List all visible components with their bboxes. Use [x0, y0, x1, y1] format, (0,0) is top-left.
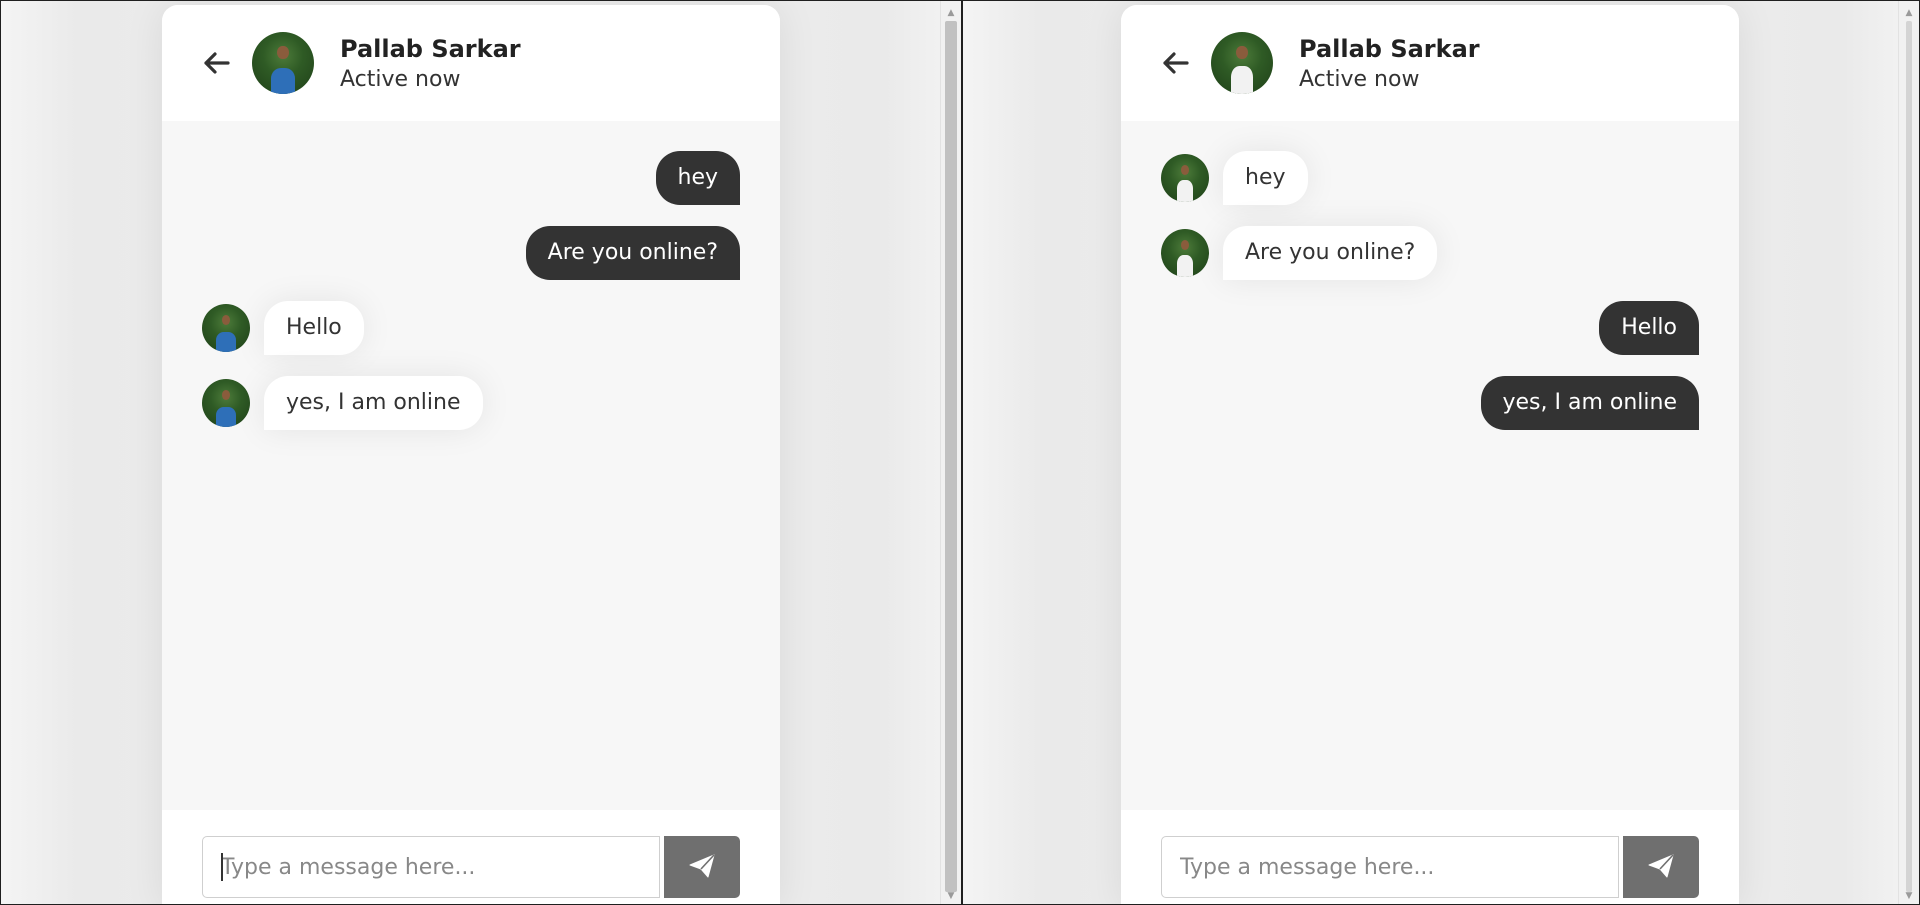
scrollbar-thumb[interactable]: [945, 21, 957, 892]
sender-avatar: [202, 304, 250, 352]
chat-panel: Pallab Sarkar Active now hey Are you onl…: [1121, 5, 1739, 904]
scroll-up-arrow-icon[interactable]: ▲: [941, 5, 961, 21]
chat-header: Pallab Sarkar Active now: [1121, 5, 1739, 121]
message-bubble: yes, I am online: [264, 376, 483, 430]
incoming-message: Hello: [202, 301, 740, 355]
message-input[interactable]: [202, 836, 660, 898]
contact-status: Active now: [340, 66, 461, 92]
chat-header: Pallab Sarkar Active now: [162, 5, 780, 121]
right-browser-window: Pallab Sarkar Active now hey Are you onl…: [962, 0, 1920, 905]
incoming-message: Are you online?: [1161, 226, 1699, 280]
message-bubble: hey: [1223, 151, 1308, 205]
contact-name: Pallab Sarkar: [1299, 34, 1480, 63]
contact-avatar: [252, 32, 314, 94]
chat-box: hey Are you online? Hello yes, I am onli…: [162, 121, 780, 810]
contact-name: Pallab Sarkar: [340, 34, 521, 63]
paper-plane-icon: [1648, 853, 1674, 881]
text-caret: [221, 853, 223, 881]
incoming-message: hey: [1161, 151, 1699, 205]
paper-plane-icon: [689, 853, 715, 881]
send-button[interactable]: [664, 836, 740, 898]
scrollbar-thumb[interactable]: [1906, 21, 1912, 892]
chat-panel: Pallab Sarkar Active now hey Are you onl…: [162, 5, 780, 904]
sender-avatar: [202, 379, 250, 427]
arrow-left-icon[interactable]: [202, 48, 232, 78]
chat-box: hey Are you online? Hello yes, I am onli…: [1121, 121, 1739, 810]
scroll-up-arrow-icon[interactable]: ▲: [1899, 5, 1919, 21]
message-bubble: Hello: [1599, 301, 1699, 355]
outgoing-message: yes, I am online: [1161, 376, 1699, 430]
incoming-message: yes, I am online: [202, 376, 740, 430]
contact-avatar: [1211, 32, 1273, 94]
outgoing-message: hey: [202, 151, 740, 205]
message-input[interactable]: [1161, 836, 1619, 898]
scroll-down-arrow-icon[interactable]: ▼: [1899, 888, 1919, 904]
scroll-down-arrow-icon[interactable]: ▼: [941, 888, 961, 904]
send-button[interactable]: [1623, 836, 1699, 898]
outgoing-message: Are you online?: [202, 226, 740, 280]
message-bubble: Are you online?: [525, 226, 740, 280]
contact-status: Active now: [1299, 66, 1420, 92]
outgoing-message: Hello: [1161, 301, 1699, 355]
sender-avatar: [1161, 229, 1209, 277]
message-bubble: Are you online?: [1223, 226, 1438, 280]
typing-area: [1121, 810, 1739, 904]
vertical-scrollbar[interactable]: ▲ ▼: [940, 1, 961, 904]
arrow-left-icon[interactable]: [1161, 48, 1191, 78]
typing-area: [162, 810, 780, 904]
message-bubble: hey: [655, 151, 740, 205]
vertical-scrollbar[interactable]: ▲ ▼: [1898, 1, 1919, 904]
message-bubble: yes, I am online: [1480, 376, 1699, 430]
sender-avatar: [1161, 154, 1209, 202]
message-bubble: Hello: [264, 301, 364, 355]
left-browser-window: Pallab Sarkar Active now hey Are you onl…: [0, 0, 962, 905]
